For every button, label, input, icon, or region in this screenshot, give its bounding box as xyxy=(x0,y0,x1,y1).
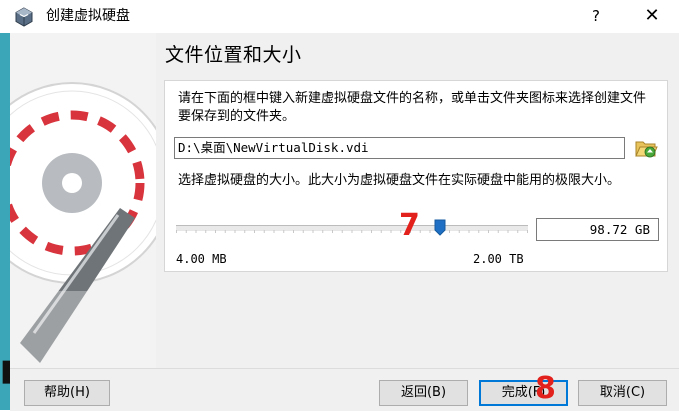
title-bar: 创建虚拟硬盘 ? ✕ xyxy=(0,0,679,33)
window-title: 创建虚拟硬盘 xyxy=(46,8,130,24)
background-glyph-fragment: ■ xyxy=(0,352,10,390)
location-description: 请在下面的框中键入新建虚拟硬盘文件的名称，或单击文件夹图标来选择创建文件要保存到… xyxy=(178,91,647,124)
size-description: 选择虚拟硬盘的大小。此大小为虚拟硬盘文件在实际硬盘中能用的极限大小。 xyxy=(178,173,621,188)
back-button[interactable]: 返回(B) xyxy=(379,380,468,406)
wizard-watermark xyxy=(10,33,156,368)
disk-size-field[interactable]: 98.72 GB xyxy=(536,218,659,241)
help-title-button[interactable]: ? xyxy=(586,6,606,26)
step-annotation-8: 8 xyxy=(535,371,556,406)
help-button[interactable]: 帮助(H) xyxy=(24,380,110,406)
page-title: 文件位置和大小 xyxy=(165,44,302,66)
virtualbox-cube-icon xyxy=(14,7,34,27)
size-min-label: 4.00 MB xyxy=(176,252,227,266)
step-annotation-7: 7 xyxy=(399,208,420,243)
size-slider-thumb[interactable] xyxy=(434,219,446,236)
close-icon[interactable]: ✕ xyxy=(640,4,664,28)
file-path-field[interactable]: D:\桌面\NewVirtualDisk.vdi xyxy=(174,137,625,159)
size-slider-ticks xyxy=(176,230,528,233)
size-max-label: 2.00 TB xyxy=(473,252,524,266)
cancel-button[interactable]: 取消(C) xyxy=(578,380,667,406)
folder-open-icon[interactable] xyxy=(634,136,658,160)
